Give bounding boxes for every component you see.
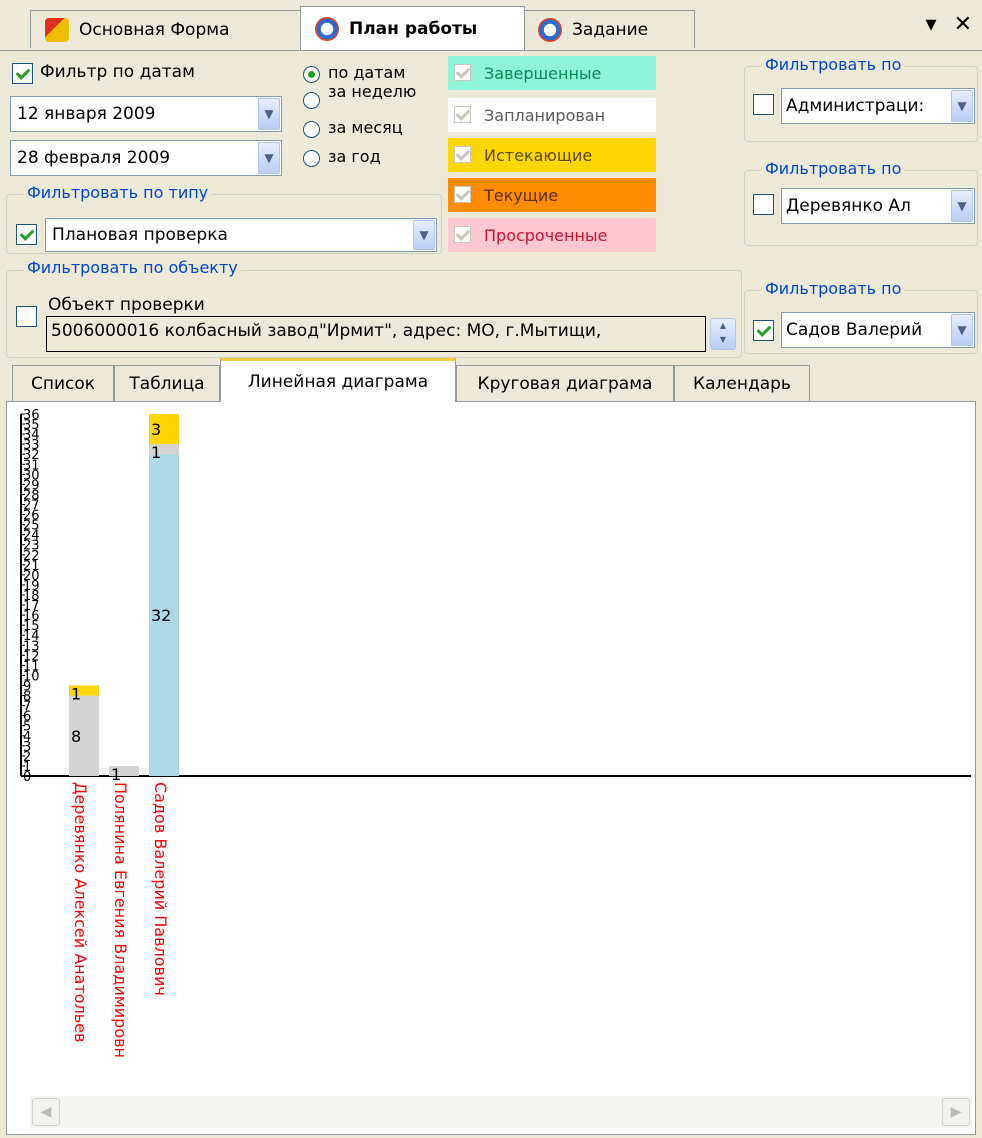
tab-task-label: Задание	[572, 19, 649, 40]
tab-bar-chart-label: Линейная диаграма	[247, 371, 429, 392]
tab-calendar-label: Календарь	[693, 373, 791, 394]
status-completed[interactable]: Завершенные	[448, 56, 656, 90]
tab-list-label: Список	[30, 373, 96, 394]
chevron-down-icon[interactable]: ▼	[258, 98, 280, 130]
object-filter-value[interactable]: 5006000016 колбасный завод"Ирмит", адрес…	[46, 316, 706, 352]
status-current-label: Текущие	[484, 185, 559, 205]
radio-week[interactable]	[303, 92, 320, 109]
category-label: Полянина Евгения Владимировн	[111, 782, 130, 1058]
status-overdue[interactable]: Просроченные	[448, 218, 656, 252]
bar-data-label: 32	[151, 606, 171, 625]
right-filter-checkbox-3[interactable]	[753, 320, 774, 341]
document-tab-strip: Основная Форма План работы Задание ▾ ✕	[0, 0, 982, 51]
radio-week-label: за неделю	[328, 82, 417, 101]
from-date-value: 12 января 2009	[17, 104, 156, 124]
status-expiring-checkbox[interactable]	[454, 146, 471, 163]
tab-pie-chart-label: Круговая диаграма	[477, 373, 653, 394]
tab-menu-icon[interactable]: ▾	[926, 12, 937, 37]
radio-by-dates-label: по датам	[328, 63, 406, 82]
tab-work-plan[interactable]: План работы	[300, 6, 525, 50]
right-filter-select-2[interactable]: Деревянко Ал ▼	[781, 188, 975, 224]
right-filter-value-3: Садов Валерий	[786, 320, 923, 340]
window-controls: ▾ ✕	[926, 12, 972, 37]
to-date-value: 28 февраля 2009	[17, 148, 171, 168]
date-filter-label: Фильтр по датам	[40, 62, 195, 82]
chevron-down-icon[interactable]: ▼	[951, 314, 973, 346]
right-filter-title-3: Фильтровать по	[762, 279, 905, 298]
alarm-clock-icon	[538, 17, 562, 42]
status-planned-label: Запланирован	[484, 105, 606, 125]
tab-task[interactable]: Задание	[523, 10, 695, 48]
radio-month-label: за месяц	[328, 118, 403, 137]
type-filter-checkbox[interactable]	[16, 224, 37, 245]
scroll-right-icon[interactable]: ▶	[942, 1098, 970, 1126]
stacked-bar-chart: 0123456789101112131415161718192021222324…	[20, 408, 971, 1058]
chevron-up-icon: ▲	[719, 321, 727, 330]
chevron-down-icon[interactable]: ▼	[951, 190, 973, 222]
status-expiring-label: Истекающие	[484, 145, 593, 165]
status-planned-checkbox[interactable]	[454, 106, 471, 123]
status-completed-label: Завершенные	[484, 63, 602, 83]
status-current-checkbox[interactable]	[454, 186, 471, 203]
tab-main-form-label: Основная Форма	[79, 19, 230, 40]
bar-data-label: 1	[71, 685, 81, 704]
status-expiring[interactable]: Истекающие	[448, 138, 656, 172]
y-tick-label: 36	[23, 408, 40, 423]
chevron-down-icon[interactable]: ▼	[951, 90, 973, 122]
bar-data-label: 3	[151, 420, 161, 439]
right-filter-select-3[interactable]: Садов Валерий ▼	[781, 312, 975, 348]
right-filter-select-1[interactable]: Администраци: ▼	[781, 88, 975, 124]
chevron-down-icon: ▼	[719, 335, 727, 344]
type-filter-select[interactable]: Плановая проверка ▼	[45, 218, 437, 252]
tab-list[interactable]: Список	[12, 365, 114, 401]
scroll-left-icon[interactable]: ◀	[32, 1098, 60, 1126]
right-filter-title-2: Фильтровать по	[762, 159, 905, 178]
type-filter-title: Фильтровать по типу	[24, 183, 212, 202]
right-filter-checkbox-1[interactable]	[753, 94, 774, 115]
status-planned[interactable]: Запланирован	[448, 98, 656, 132]
date-filter-checkbox[interactable]	[12, 63, 33, 84]
from-date-picker[interactable]: 12 января 2009 ▼	[10, 96, 282, 132]
right-filter-checkbox-2[interactable]	[753, 194, 774, 215]
type-filter-value: Плановая проверка	[52, 225, 228, 245]
bar-data-label: 8	[71, 727, 81, 746]
alarm-clock-icon	[315, 16, 339, 41]
chart-panel: 0 1 2 3 4 5 6 7 8 9 10 11 12 13 14 15 16 17 18 19 20 21 22 23 24…	[6, 401, 976, 1135]
status-overdue-checkbox[interactable]	[454, 226, 471, 243]
category-label: Садов Валерий Павлович	[151, 782, 170, 996]
right-filter-value-2: Деревянко Ал	[786, 196, 911, 216]
object-spin-button[interactable]: ▲ ▼	[710, 318, 736, 350]
radio-by-dates[interactable]	[303, 66, 320, 83]
right-filter-value-1: Администраци:	[786, 96, 925, 116]
status-current[interactable]: Текущие	[448, 178, 656, 212]
tab-table[interactable]: Таблица	[114, 365, 220, 401]
to-date-picker[interactable]: 28 февраля 2009 ▼	[10, 140, 282, 176]
radio-year[interactable]	[303, 150, 320, 167]
tab-main-form[interactable]: Основная Форма	[30, 10, 302, 48]
status-overdue-label: Просроченные	[484, 225, 608, 245]
form-app-icon	[45, 17, 69, 42]
category-label: Деревянко Алексей Анатольев	[71, 782, 90, 1042]
tab-calendar[interactable]: Календарь	[674, 365, 810, 401]
horizontal-scrollbar[interactable]	[30, 1096, 972, 1128]
chevron-down-icon[interactable]: ▼	[413, 220, 435, 250]
bar-data-label: 1	[151, 443, 161, 462]
radio-month[interactable]	[303, 121, 320, 138]
close-icon[interactable]: ✕	[954, 12, 972, 37]
object-filter-label: Объект проверки	[48, 295, 205, 315]
tab-bar-chart[interactable]: Линейная диаграма	[220, 358, 456, 402]
right-filter-title-1: Фильтровать по	[762, 55, 905, 74]
status-completed-checkbox[interactable]	[454, 64, 471, 81]
object-filter-checkbox[interactable]	[16, 306, 37, 327]
radio-year-label: за год	[328, 147, 381, 166]
tab-table-label: Таблица	[129, 373, 205, 394]
tab-work-plan-label: План работы	[349, 18, 478, 39]
tab-pie-chart[interactable]: Круговая диаграма	[456, 365, 674, 401]
chevron-down-icon[interactable]: ▼	[258, 142, 280, 174]
object-filter-title: Фильтровать по объекту	[24, 258, 241, 277]
